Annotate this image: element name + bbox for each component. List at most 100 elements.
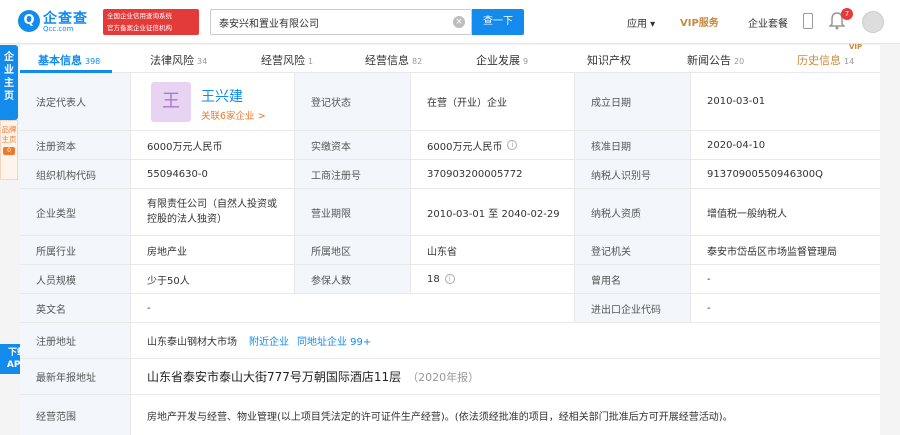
credit-badge: 全国企业信用查询系统 官方备案企业征信机构	[103, 9, 199, 35]
same-address-companies-link[interactable]: 同地址企业 99+	[297, 333, 371, 348]
clear-icon[interactable]: ×	[453, 16, 465, 28]
brand-home-count: 0	[3, 147, 15, 155]
nav-enterprise-plan[interactable]: 企业套餐	[748, 15, 788, 30]
basic-info-table: 法定代表人 王 王兴建 关联6家企业 > 登记状态 在营（开业）企业 成立日期 …	[20, 73, 880, 435]
company-type-label: 企业类型	[20, 189, 130, 235]
established-label: 成立日期	[574, 73, 690, 130]
logo-domain: Qcc.com	[43, 25, 74, 33]
insured-cell: 18 i	[410, 265, 574, 293]
staff-size-label: 人员规模	[20, 265, 130, 293]
reg-authority-value: 泰安市岱岳区市场监督管理局	[690, 236, 880, 264]
approval-date-value: 2020-04-10	[690, 131, 880, 159]
user-avatar[interactable]	[862, 11, 884, 33]
term-value: 2010-03-01 至 2040-02-29	[410, 189, 574, 235]
taxpayer-qual-value: 增值税一般纳税人	[690, 189, 880, 235]
brand-home-label: 品牌主页	[1, 125, 17, 144]
tab-count: 398	[85, 57, 101, 66]
table-row: 组织机构代码 55094630-0 工商注册号 370903200005772 …	[20, 160, 880, 189]
former-name-label: 曾用名	[574, 265, 690, 293]
import-export-label: 进出口企业代码	[574, 294, 690, 322]
nav-apps-menu[interactable]: 应用 ▾	[627, 15, 655, 30]
taxpayer-id-label: 纳税人识别号	[574, 160, 690, 188]
brand-home-tab[interactable]: 品牌主页 0	[0, 120, 18, 180]
tab-count: 9	[523, 57, 529, 66]
company-detail-card: 基本信息 398 法律风险 34 经营风险 1 经营信息 82 企业发展 9 知识产权 新…	[20, 43, 880, 435]
paid-capital-value: 6000万元人民币	[427, 141, 503, 153]
tab-intellectual-property[interactable]: 知识产权	[587, 52, 634, 68]
tab-count: 1	[308, 57, 314, 66]
paid-capital-label: 实缴资本	[294, 131, 410, 159]
tab-count: 14	[844, 57, 855, 66]
section-tabs: 基本信息 398 法律风险 34 经营风险 1 经营信息 82 企业发展 9 知识产权 新…	[20, 43, 880, 73]
former-name-value: -	[690, 265, 880, 293]
table-row: 最新年报地址 山东省泰安市泰山大街777号万朝国际酒店11层 （2020年报）	[20, 359, 880, 395]
english-name-label: 英文名	[20, 294, 130, 322]
search-box: ×	[210, 9, 472, 35]
logo-icon: Q	[18, 10, 40, 32]
industry-value: 房地产业	[130, 236, 294, 264]
reg-address-cell: 山东泰山钢材大市场 附近企业 同地址企业 99+	[130, 323, 880, 358]
notification-count-badge: 7	[841, 8, 853, 20]
mobile-phone-icon[interactable]	[803, 13, 813, 29]
insured-label: 参保人数	[294, 265, 410, 293]
tab-count: 82	[412, 57, 423, 66]
staff-size-value: 少于50人	[130, 265, 294, 293]
bell-icon[interactable]: 7	[828, 8, 853, 30]
company-type-value: 有限责任公司（自然人投资或控股的法人独资）	[130, 189, 294, 235]
established-value: 2010-03-01	[690, 73, 880, 130]
nav-vip-service[interactable]: VIP服务	[680, 14, 719, 29]
legal-rep-name[interactable]: 王兴建	[201, 86, 243, 106]
org-code-value: 55094630-0	[130, 160, 294, 188]
taxpayer-qual-label: 纳税人资质	[574, 189, 690, 235]
tab-news[interactable]: 新闻公告 20	[687, 52, 744, 68]
legal-rep-label: 法定代表人	[20, 73, 130, 130]
reg-capital-value: 6000万元人民币	[130, 131, 294, 159]
table-row: 经营范围 房地产开发与经营、物业管理(以上项目凭法定的许可证件生产经营)。(依法…	[20, 395, 880, 435]
tab-count: 34	[197, 57, 208, 66]
reg-address-value: 山东泰山钢材大市场	[147, 337, 237, 348]
tab-history-info[interactable]: 历史信息 14	[797, 52, 854, 68]
nearby-companies-link[interactable]: 附近企业	[249, 333, 289, 348]
table-row: 人员规模 少于50人 参保人数 18 i 曾用名 -	[20, 265, 880, 294]
help-icon[interactable]: i	[444, 274, 455, 284]
top-bar: Q 企查查 Qcc.com 全国企业信用查询系统 官方备案企业征信机构 × 查一…	[0, 0, 900, 44]
insured-value: 18	[427, 273, 440, 285]
approval-date-label: 核准日期	[574, 131, 690, 159]
annual-address-value: 山东省泰安市泰山大街777号万朝国际酒店11层	[147, 370, 402, 384]
tab-enterprise-development[interactable]: 企业发展 9	[476, 52, 528, 68]
tab-count: 20	[734, 57, 745, 66]
search-input[interactable]	[211, 10, 451, 34]
biz-reg-no-value: 370903200005772	[410, 160, 574, 188]
help-icon[interactable]: i	[507, 140, 518, 150]
taxpayer-id-value: 91370900550946300Q	[690, 160, 880, 188]
paid-capital-cell: 6000万元人民币 i	[410, 131, 574, 159]
tab-operating-info[interactable]: 经营信息 82	[365, 52, 422, 68]
import-export-value: -	[690, 294, 880, 322]
reg-capital-label: 注册资本	[20, 131, 130, 159]
reg-status-label: 登记状态	[294, 73, 410, 130]
business-scope-value: 房地产开发与经营、物业管理(以上项目凭法定的许可证件生产经营)。(依法须经批准的…	[130, 395, 880, 435]
credit-badge-line2: 官方备案企业征信机构	[107, 24, 172, 32]
tab-basic-info[interactable]: 基本信息 398	[38, 52, 100, 68]
industry-label: 所属行业	[20, 236, 130, 264]
tab-legal-risk[interactable]: 法律风险 34	[150, 52, 207, 68]
region-value: 山东省	[410, 236, 574, 264]
reg-authority-label: 登记机关	[574, 236, 690, 264]
annual-report-year: （2020年报）	[407, 370, 480, 384]
table-row: 注册资本 6000万元人民币 实缴资本 6000万元人民币 i 核准日期 2020…	[20, 131, 880, 160]
reg-address-label: 注册地址	[20, 323, 130, 358]
enterprise-home-tab[interactable]: 企业主页	[0, 45, 18, 120]
search-button[interactable]: 查一下	[472, 9, 524, 35]
reg-status-value: 在营（开业）企业	[410, 73, 574, 130]
tab-operating-risk[interactable]: 经营风险 1	[261, 52, 313, 68]
logo[interactable]: Q 企查查 Qcc.com	[18, 7, 98, 37]
table-row: 英文名 - 进出口企业代码 -	[20, 294, 880, 323]
related-companies-link[interactable]: 关联6家企业 >	[201, 108, 266, 122]
credit-badge-line1: 全国企业信用查询系统	[107, 12, 172, 20]
biz-reg-no-label: 工商注册号	[294, 160, 410, 188]
table-row: 所属行业 房地产业 所属地区 山东省 登记机关 泰安市岱岳区市场监督管理局	[20, 236, 880, 265]
legal-rep-avatar: 王	[151, 82, 191, 122]
annual-address-label: 最新年报地址	[20, 359, 130, 394]
term-label: 营业期限	[294, 189, 410, 235]
table-row: 注册地址 山东泰山钢材大市场 附近企业 同地址企业 99+	[20, 323, 880, 359]
